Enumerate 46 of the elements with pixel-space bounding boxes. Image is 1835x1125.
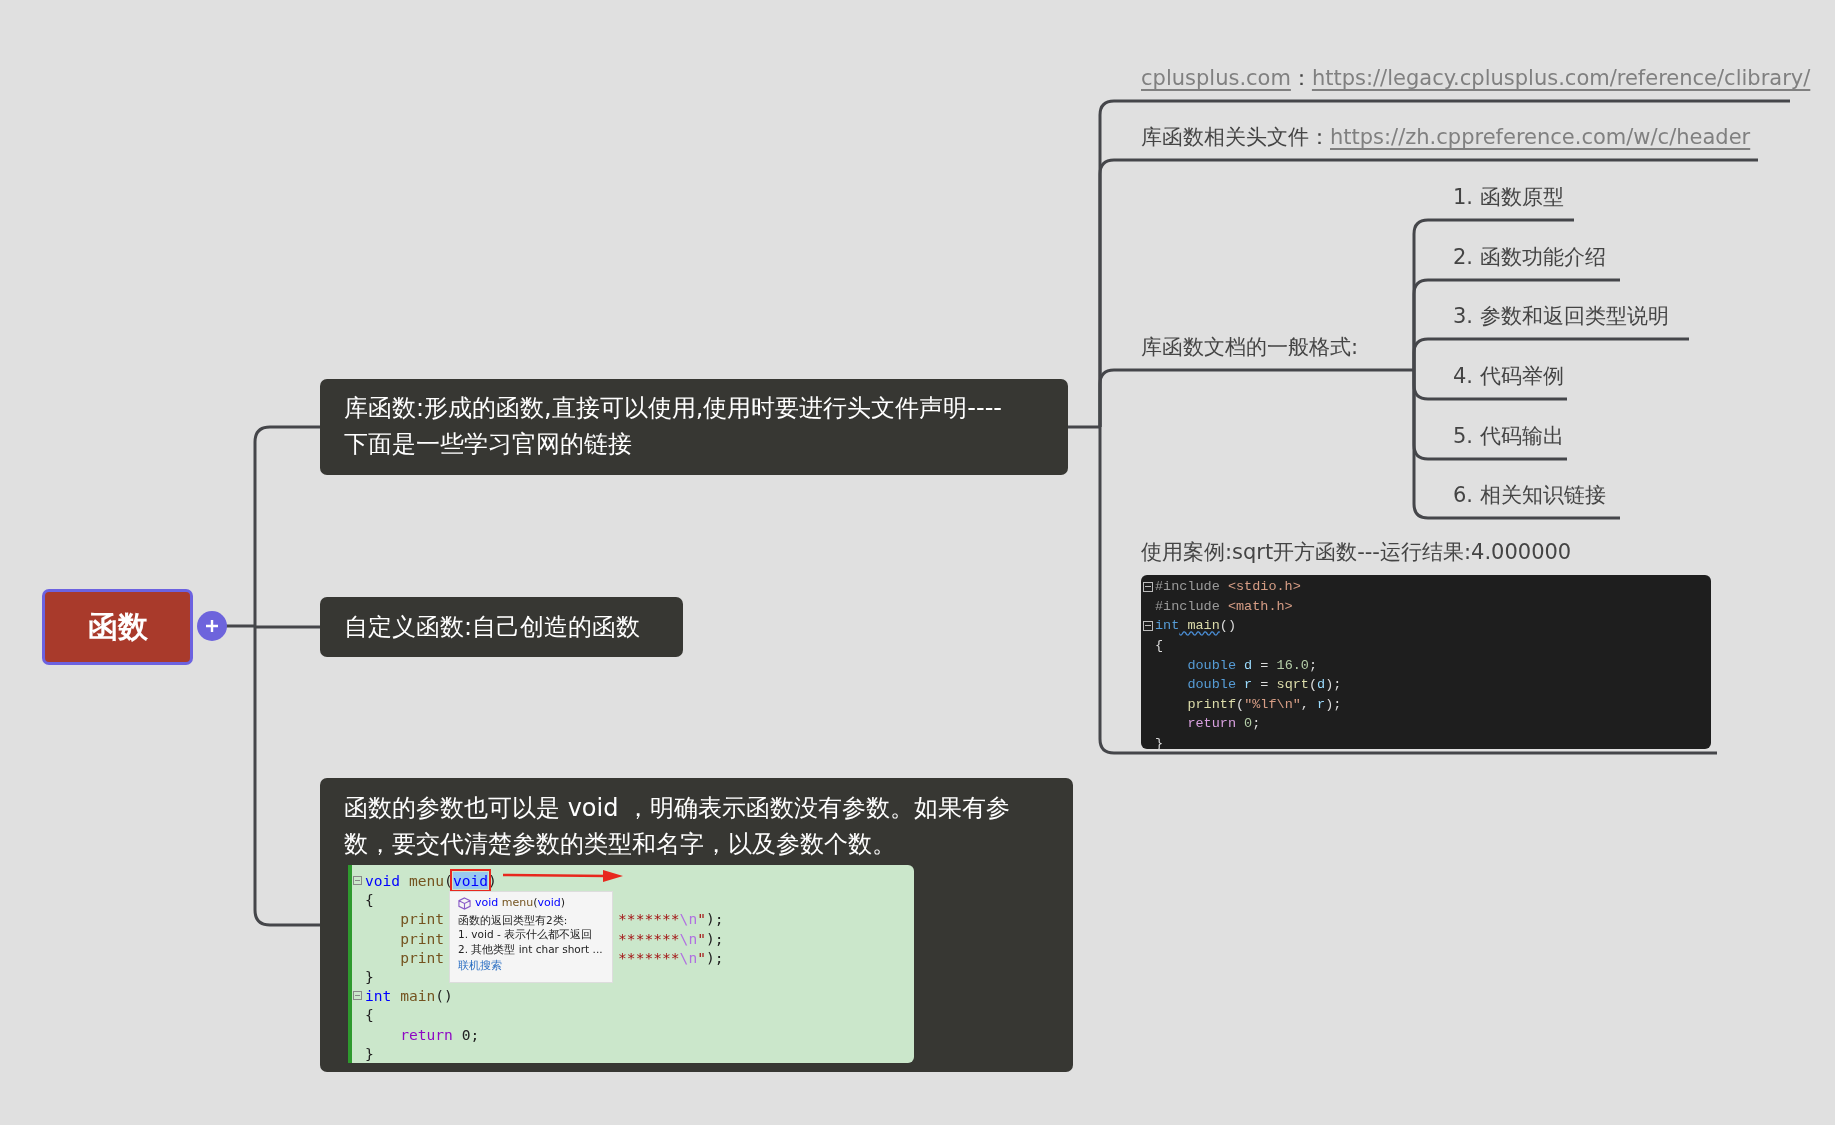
plus-icon xyxy=(204,618,220,634)
code-line: void menu(void) xyxy=(365,872,497,890)
code-line: double d = 16.0; xyxy=(1186,657,1318,673)
branch-label: ： xyxy=(1290,65,1312,92)
branch-label: 3. 参数和返回类型说明 xyxy=(1453,303,1669,330)
web-link[interactable]: https://legacy.cplusplus.com/reference/clibrary/ xyxy=(1311,63,1811,93)
web-link[interactable]: cplusplus.com xyxy=(1141,63,1291,93)
code-line: int main() xyxy=(1155,618,1237,634)
tooltip-text: 2. 其他类型 int char short ... xyxy=(458,941,604,956)
tooltip-title: void menu(void) xyxy=(475,896,566,911)
code-line: { xyxy=(365,1006,374,1024)
tooltip-text: 1. void - 表示什么都不返回 xyxy=(458,927,594,942)
code-line: } xyxy=(365,1044,374,1062)
code-line: double r = sqrt(d); xyxy=(1186,677,1342,693)
code-line: return 0; xyxy=(1186,716,1261,732)
code-line: #include <math.h> xyxy=(1155,598,1293,614)
search-link[interactable]: 联机搜索 xyxy=(458,958,502,973)
code-line: *******\n"); xyxy=(618,948,724,966)
code-line: int main() xyxy=(365,987,453,1005)
code-line: print xyxy=(399,929,445,947)
web-link[interactable]: https://zh.cppreference.com/w/c/header xyxy=(1330,122,1751,152)
code-line: printf("%lf\n", r); xyxy=(1186,696,1342,712)
code-line: *******\n"); xyxy=(618,929,724,947)
branch-label: 6. 相关知识链接 xyxy=(1453,482,1606,509)
code-line: print xyxy=(399,948,445,966)
branch-label: 库函数文档的一般格式: xyxy=(1141,334,1359,361)
expand-button[interactable] xyxy=(197,611,227,641)
branch-label: 2. 函数功能介绍 xyxy=(1453,244,1606,271)
code-line: } xyxy=(365,968,374,986)
branch-label: 1. 函数原型 xyxy=(1453,184,1564,211)
branch-label: 库函数相关头文件： xyxy=(1141,124,1330,151)
code-line: #include <stdio.h> xyxy=(1155,579,1301,595)
branch-label: 使用案例:sqrt开方函数---运行结果:4.000000 xyxy=(1141,539,1572,566)
branch-label: 5. 代码输出 xyxy=(1453,423,1564,450)
cube-icon xyxy=(458,896,471,910)
root-node[interactable]: 函数 xyxy=(42,589,193,665)
code-line: { xyxy=(365,891,374,909)
code-line: return 0; xyxy=(399,1025,480,1043)
branch-label: 4. 代码举例 xyxy=(1453,363,1564,390)
topic-text: 库函数:形成的函数,直接可以使用,使用时要进行头文件声明---- 下面是一些学习官网的链接 xyxy=(344,393,1003,460)
code-line: { xyxy=(1155,638,1164,654)
topic-text: 函数的参数也可以是 void ，明确表示函数没有参数。如果有参 数，要交代清楚参数的类型和名字，以及参数个数。 xyxy=(344,793,1012,860)
tooltip-text: 函数的返回类型有2类: xyxy=(458,912,569,927)
code-line: *******\n"); xyxy=(618,910,724,928)
topic-text: 自定义函数:自己创造的函数 xyxy=(344,612,642,643)
code-line: print xyxy=(399,910,445,928)
